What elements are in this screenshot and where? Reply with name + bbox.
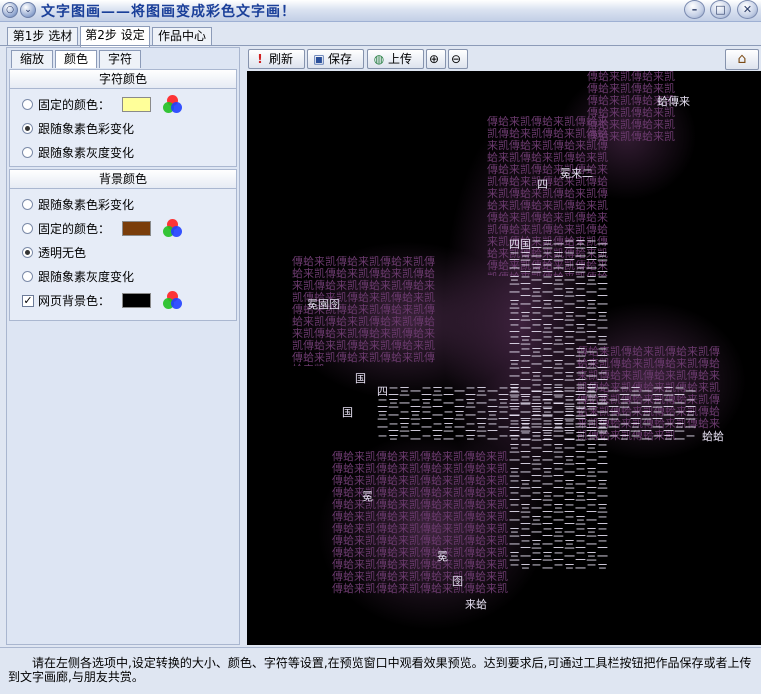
zoom-in-icon: ⊕ (429, 52, 440, 66)
settings-panel: 缩放 颜色 字符 字符颜色 固定的颜色： 跟随象素色彩变化 跟随象素灰度变化 背… (6, 47, 240, 645)
art-glyph: 来蛤 (465, 598, 487, 611)
color-picker-icon[interactable] (163, 290, 183, 310)
bg-color-heading: 背景颜色 (10, 170, 236, 189)
art-glyph: 蛤蛤 (702, 430, 724, 443)
preview-toolbar: ! 刷新 ▣ 保存 ◍ 上传 ⊕ ⊖ ⌂ (246, 49, 761, 71)
art-glyph: 冕 (362, 490, 373, 503)
color-picker-icon[interactable] (163, 94, 183, 114)
art-glyph-core: 四二三一二三二一二三一二三二一二三一二三二一二三一二三二一二三一二三二一二三一二… (377, 386, 696, 441)
art-glyph-field: 傳蛤来凯傳蛤来凯傳蛤来凯傳蛤来凯傳蛤来凯傳蛤来凯傳蛤来凯傳蛤来凯傳蛤来凯傳蛤来凯… (292, 256, 435, 366)
radio-button[interactable] (22, 147, 33, 158)
app-menu-icon[interactable]: ○ (2, 2, 18, 18)
hint-text: 请在左侧各选项中,设定转换的大小、颜色、字符等设置,在预览窗口中观看效果预览。达… (8, 656, 752, 684)
char-fixed-option[interactable]: 固定的颜色： (22, 96, 110, 114)
footer-hint-bar: 请在左侧各选项中,设定转换的大小、颜色、字符等设置,在预览窗口中观看效果预览。达… (0, 647, 761, 694)
checkbox[interactable]: ✓ (22, 294, 34, 307)
bg-follow-gray-option[interactable]: 跟随象素灰度变化 (22, 268, 134, 286)
bg-color-section: 背景颜色 跟随象素色彩变化 固定的颜色： 透明无色 跟随象素灰度变化 ✓ 网页背景… (9, 169, 237, 321)
tab-color[interactable]: 颜色 (55, 50, 97, 68)
art-glyph: 冕 (437, 550, 448, 563)
tabs-divider (0, 45, 761, 46)
art-glyph: 四 (537, 178, 548, 191)
title-bar: ○ ⌄ 文字图画——将图画变成彩色文字画！ – □ ✕ (0, 0, 761, 22)
tab-chars[interactable]: 字符 (99, 50, 141, 68)
char-color-section: 字符颜色 固定的颜色： 跟随象素色彩变化 跟随象素灰度变化 (9, 69, 237, 167)
char-fixed-swatch[interactable] (122, 97, 151, 112)
minimize-button[interactable]: – (684, 0, 705, 19)
bg-fixed-option[interactable]: 固定的颜色： (22, 220, 110, 238)
window-title: 文字图画——将图画变成彩色文字画！ (41, 4, 296, 20)
radio-button[interactable] (22, 271, 33, 282)
globe-icon: ◍ (373, 52, 385, 66)
zoom-out-icon: ⊖ (451, 52, 462, 66)
art-glyph: 冕来二 (560, 167, 593, 180)
save-button[interactable]: ▣ 保存 (307, 49, 364, 69)
tab-step2[interactable]: 第2步 设定 (80, 26, 150, 47)
radio-button[interactable] (22, 199, 33, 210)
refresh-icon: ! (257, 52, 263, 66)
radio-button-selected[interactable] (22, 247, 33, 258)
bg-transparent-option[interactable]: 透明无色 (22, 244, 86, 262)
art-glyph: 冕園囹 (307, 298, 340, 311)
art-glyph: 国 (342, 406, 353, 419)
art-glyph: 囹 (452, 575, 463, 588)
zoom-in-button[interactable]: ⊕ (426, 49, 446, 69)
save-icon: ▣ (313, 52, 325, 66)
home-button[interactable]: ⌂ (725, 49, 759, 70)
char-follow-gray-option[interactable]: 跟随象素灰度变化 (22, 144, 134, 162)
art-glyph: 蛤傳来 (657, 95, 690, 108)
art-glyph: 国 (355, 372, 366, 385)
tab-gallery[interactable]: 作品中心 (152, 27, 212, 46)
upload-button[interactable]: ◍ 上传 (367, 49, 424, 69)
color-picker-icon[interactable] (163, 218, 183, 238)
radio-button-selected[interactable] (22, 123, 33, 134)
refresh-button[interactable]: ! 刷新 (248, 49, 305, 69)
collapse-icon[interactable]: ⌄ (20, 2, 36, 18)
page-bg-option[interactable]: ✓ 网页背景色： (22, 292, 110, 310)
art-glyph-field: 傳蛤来凯傳蛤来凯傳蛤来凯傳蛤来凯傳蛤来凯傳蛤来凯傳蛤来凯傳蛤来凯傳蛤来凯傳蛤来凯… (332, 451, 508, 595)
char-color-heading: 字符颜色 (10, 70, 236, 89)
radio-button[interactable] (22, 223, 33, 234)
tab-scale[interactable]: 缩放 (11, 50, 53, 68)
char-follow-color-option[interactable]: 跟随象素色彩变化 (22, 120, 134, 138)
home-icon: ⌂ (737, 51, 747, 67)
zoom-out-button[interactable]: ⊖ (448, 49, 468, 69)
bg-follow-color-option[interactable]: 跟随象素色彩变化 (22, 196, 134, 214)
preview-canvas: 傳蛤来凯傳蛤来凯傳蛤来凯傳蛤来凯傳蛤来凯傳蛤来凯傳蛤来凯傳蛤来凯傳蛤来凯傳蛤来凯… (247, 71, 761, 645)
close-button[interactable]: ✕ (737, 0, 758, 19)
radio-button[interactable] (22, 99, 33, 110)
bg-fixed-swatch[interactable] (122, 221, 151, 236)
maximize-button[interactable]: □ (710, 0, 731, 19)
tab-step1[interactable]: 第1步 选材 (7, 27, 78, 46)
page-bg-swatch[interactable] (122, 293, 151, 308)
